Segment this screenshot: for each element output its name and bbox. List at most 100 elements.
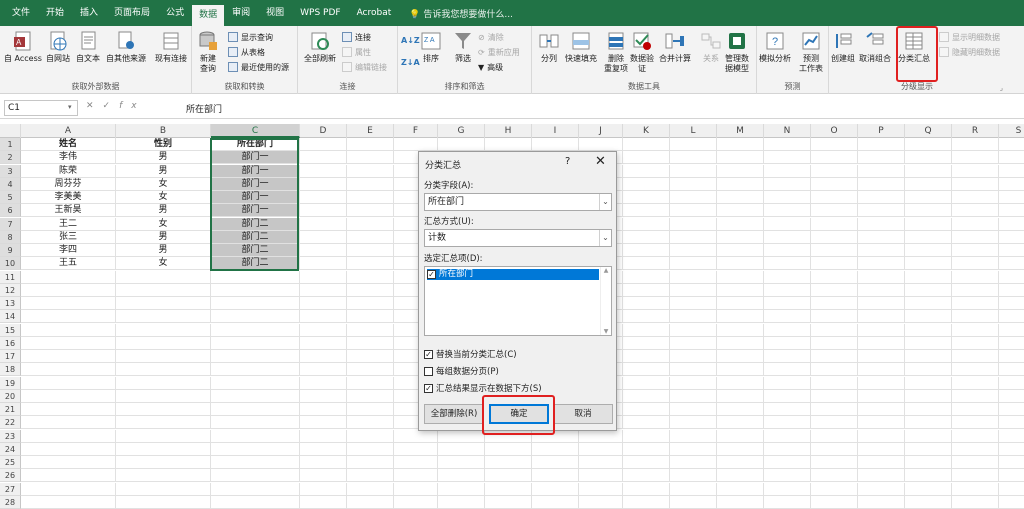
cell[interactable]	[858, 350, 905, 363]
cell[interactable]	[858, 336, 905, 350]
cell[interactable]	[623, 363, 670, 377]
cell[interactable]	[300, 456, 347, 469]
cell[interactable]	[623, 244, 670, 257]
cell[interactable]	[905, 469, 952, 483]
data-cell[interactable]: 男	[116, 164, 211, 178]
cell[interactable]	[717, 442, 764, 456]
cell[interactable]	[905, 217, 952, 231]
cell[interactable]	[347, 244, 394, 257]
cell[interactable]	[347, 363, 394, 377]
cell[interactable]	[905, 403, 952, 416]
header-cell[interactable]: 姓名	[21, 138, 116, 151]
cell[interactable]	[952, 429, 999, 443]
dialog-launcher-icon[interactable]: ⌟	[1000, 84, 1003, 92]
cell[interactable]	[116, 403, 211, 416]
sort-az-icon[interactable]: A↓Z	[401, 34, 420, 46]
header-cell[interactable]: 性别	[116, 138, 211, 151]
sort-za-icon[interactable]: Z↓A	[401, 56, 420, 68]
cell[interactable]	[858, 469, 905, 483]
cell[interactable]	[438, 469, 485, 483]
cell[interactable]	[811, 230, 858, 244]
cell[interactable]	[300, 376, 347, 390]
cell[interactable]	[858, 389, 905, 403]
cell[interactable]	[211, 323, 300, 337]
cell[interactable]	[670, 429, 717, 443]
cell[interactable]	[347, 151, 394, 165]
cell[interactable]	[300, 217, 347, 231]
from-table-button[interactable]: 从表格	[228, 46, 265, 58]
cell[interactable]	[764, 138, 811, 151]
cell[interactable]	[211, 350, 300, 363]
properties-button[interactable]: 属性	[342, 46, 371, 58]
fx-icon[interactable]: fx	[119, 101, 146, 111]
recent-sources-button[interactable]: 最近使用的源	[228, 61, 289, 73]
cell[interactable]	[623, 482, 670, 496]
cell[interactable]	[300, 230, 347, 244]
cell[interactable]	[21, 442, 116, 456]
cell[interactable]	[300, 442, 347, 456]
cell[interactable]	[21, 363, 116, 377]
cell[interactable]	[623, 389, 670, 403]
cell[interactable]	[717, 297, 764, 310]
show-detail-button[interactable]: 显示明细数据	[939, 31, 1000, 43]
from-other-sources-button[interactable]: 自其他来源	[106, 30, 146, 64]
data-cell[interactable]: 部门一	[211, 151, 300, 165]
cell[interactable]	[300, 495, 347, 509]
cell[interactable]	[347, 164, 394, 178]
cell[interactable]	[300, 389, 347, 403]
cell[interactable]	[623, 204, 670, 218]
cell[interactable]	[211, 442, 300, 456]
cell[interactable]	[764, 389, 811, 403]
cell[interactable]	[300, 191, 347, 204]
cell[interactable]	[858, 283, 905, 297]
cell[interactable]	[952, 164, 999, 178]
column-header[interactable]: C	[211, 124, 300, 138]
data-cell[interactable]: 李四	[21, 244, 116, 257]
cell[interactable]	[347, 283, 394, 297]
cell[interactable]	[300, 416, 347, 430]
cell[interactable]	[211, 482, 300, 496]
what-if-analysis-button[interactable]: ? 模拟分析	[759, 30, 791, 64]
checkbox-checked-icon[interactable]: ✓	[427, 270, 436, 279]
cell[interactable]	[347, 217, 394, 231]
row-header[interactable]: 6	[0, 204, 21, 218]
cell[interactable]	[485, 495, 532, 509]
reapply-button[interactable]: ⟳ 重新应用	[478, 46, 520, 58]
cell[interactable]	[438, 138, 485, 151]
cell[interactable]	[300, 244, 347, 257]
cell[interactable]	[811, 270, 858, 284]
cell[interactable]	[905, 297, 952, 310]
data-cell[interactable]: 部门一	[211, 204, 300, 218]
cell[interactable]	[623, 151, 670, 165]
cell[interactable]	[623, 191, 670, 204]
data-cell[interactable]: 男	[116, 230, 211, 244]
cell[interactable]	[670, 204, 717, 218]
cell[interactable]	[116, 336, 211, 350]
cell[interactable]	[764, 283, 811, 297]
cell[interactable]	[764, 442, 811, 456]
cell[interactable]	[858, 230, 905, 244]
cell[interactable]	[623, 283, 670, 297]
data-cell[interactable]: 陈荣	[21, 164, 116, 178]
cell[interactable]	[670, 257, 717, 271]
cell[interactable]	[21, 323, 116, 337]
cell[interactable]	[670, 177, 717, 191]
cell[interactable]	[717, 456, 764, 469]
cell[interactable]	[858, 323, 905, 337]
cell[interactable]	[21, 495, 116, 509]
hide-detail-button[interactable]: 隐藏明细数据	[939, 46, 1000, 58]
cell[interactable]	[999, 324, 1024, 337]
cell[interactable]	[211, 270, 300, 284]
cell[interactable]	[717, 403, 764, 416]
cell[interactable]	[905, 323, 952, 337]
new-query-button[interactable]: 新建 查询	[197, 30, 219, 74]
column-header[interactable]: G	[438, 124, 485, 138]
cell[interactable]	[952, 310, 999, 324]
manage-data-model-button[interactable]: 管理数 据模型	[725, 30, 749, 74]
cell[interactable]	[211, 403, 300, 416]
cell[interactable]	[952, 336, 999, 350]
cell[interactable]	[21, 429, 116, 443]
cell[interactable]	[999, 297, 1024, 310]
column-header[interactable]: K	[623, 124, 670, 138]
cell[interactable]	[717, 270, 764, 284]
